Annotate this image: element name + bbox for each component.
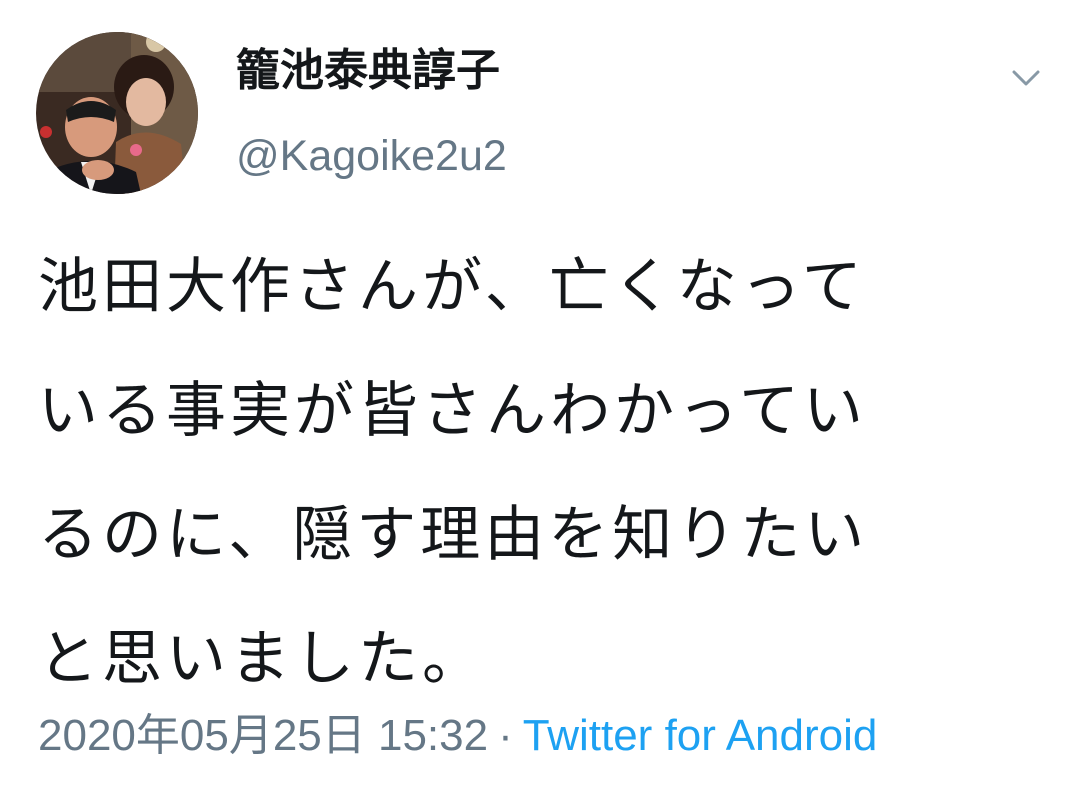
tweet-meta: 2020年05月25日 15:32 · Twitter for Android [38, 706, 877, 766]
avatar[interactable] [36, 32, 198, 194]
chevron-down-icon[interactable] [1006, 58, 1046, 98]
tweet-text-line: いる事実が皆さんわかってい [38, 376, 867, 446]
meta-separator: · [498, 711, 513, 760]
author-handle[interactable]: @Kagoike2u2 [236, 130, 507, 182]
tweet-text-line: と思いました。 [38, 624, 486, 694]
author-display-name[interactable]: 籠池泰典諄子 [236, 40, 507, 102]
tweet-text-line: 池田大作さんが、亡くなって [38, 252, 866, 322]
tweet: 籠池泰典諄子 @Kagoike2u2 池田大作さんが、亡くなって いる事実が皆さ… [0, 0, 1080, 805]
author-names: 籠池泰典諄子 @Kagoike2u2 [236, 40, 507, 182]
tweet-source-link[interactable]: Twitter for Android [523, 711, 878, 760]
tweet-header: 籠池泰典諄子 @Kagoike2u2 [36, 30, 1046, 195]
tweet-timestamp[interactable]: 2020年05月25日 15:32 [38, 711, 488, 760]
avatar-photo [36, 32, 198, 194]
tweet-text-line: るのに、隠す理由を知りたい [38, 500, 869, 570]
tweet-text: 池田大作さんが、亡くなって いる事実が皆さんわかってい るのに、隠す理由を知りた… [38, 225, 1048, 721]
